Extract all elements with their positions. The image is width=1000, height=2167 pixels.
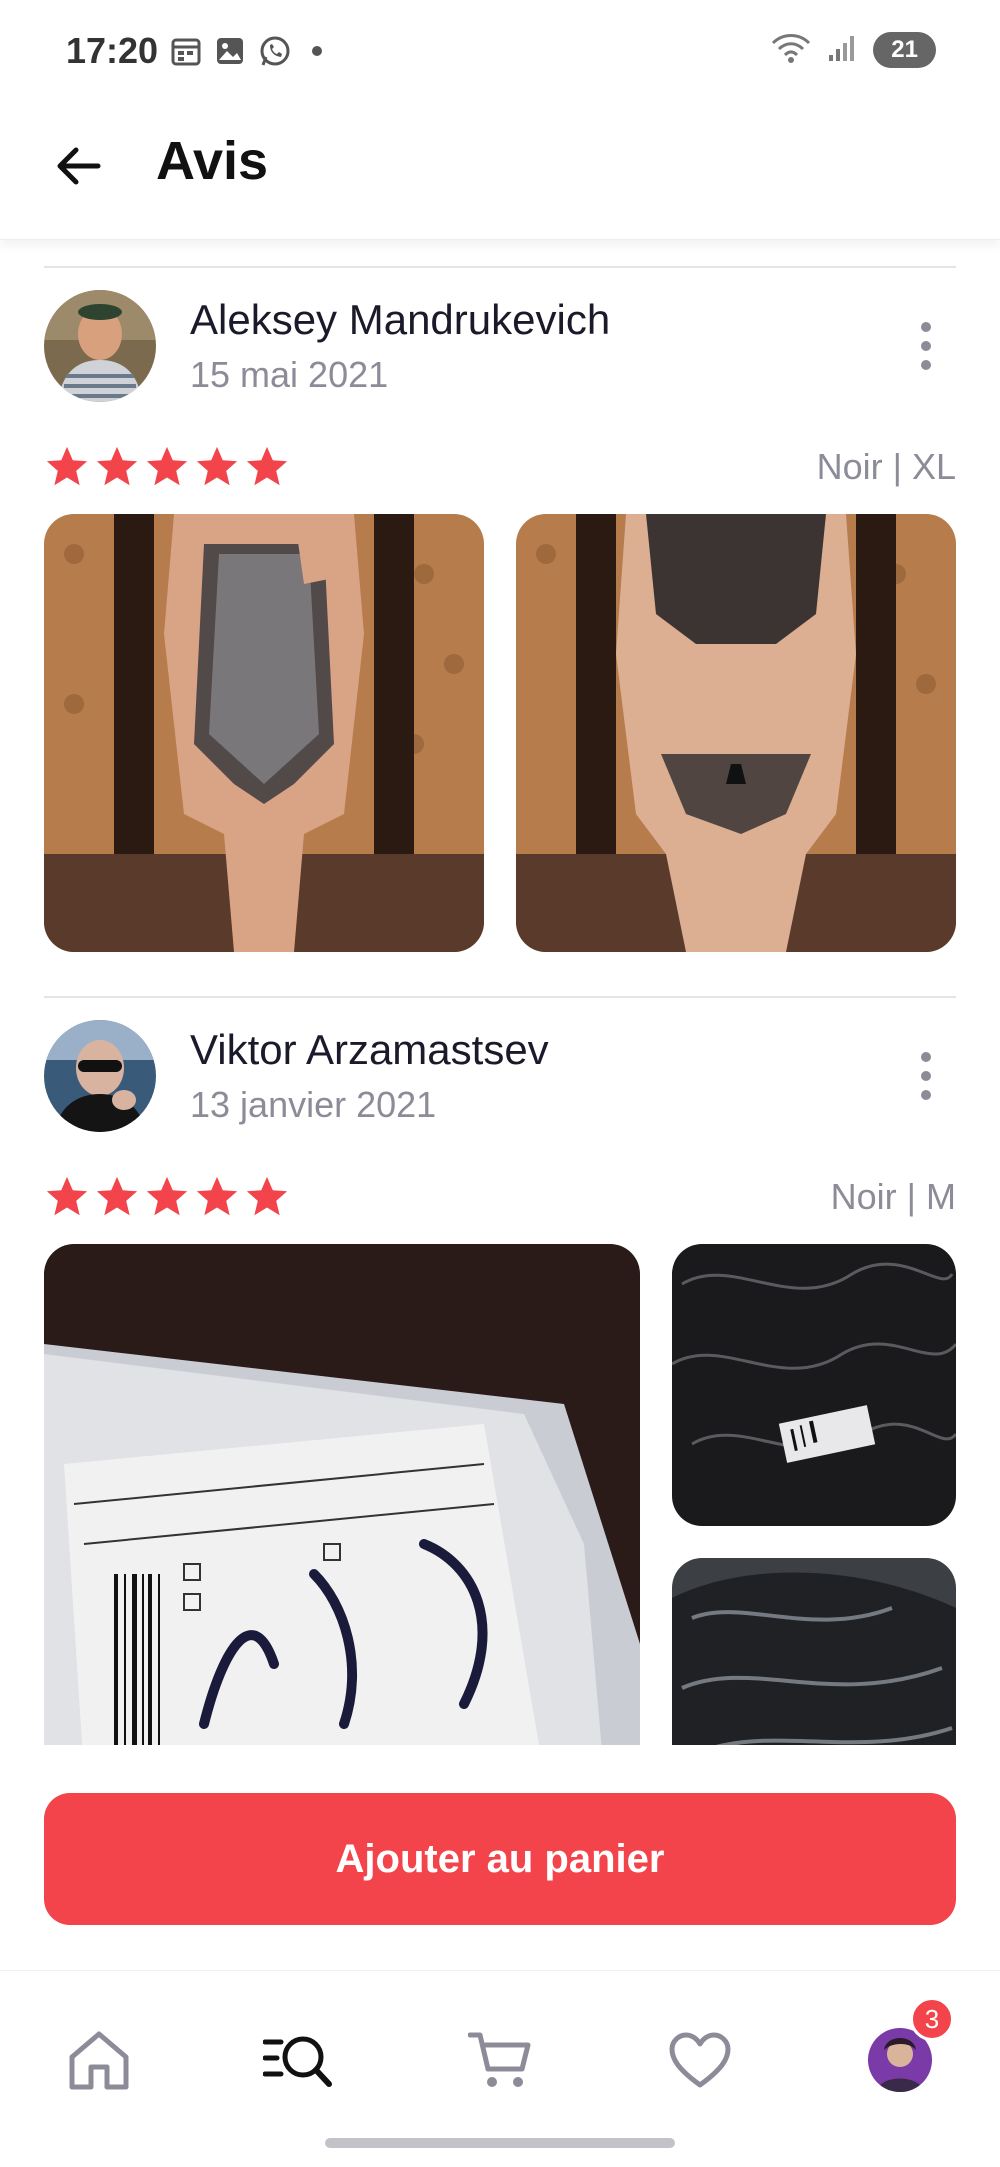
wifi-icon — [771, 33, 811, 68]
dot — [921, 1090, 931, 1100]
app-header: Avis — [0, 100, 1000, 240]
nav-search[interactable] — [254, 2015, 344, 2105]
cart-area: Ajouter au panier — [0, 1745, 1000, 1970]
nav-cart[interactable] — [455, 2015, 545, 2105]
rating-stars — [44, 444, 290, 490]
reviewer-avatar[interactable] — [44, 1020, 156, 1132]
arrow-left-icon — [57, 147, 101, 185]
nav-favorites[interactable] — [655, 2015, 745, 2105]
home-indicator[interactable] — [325, 2138, 675, 2148]
review-divider — [44, 996, 956, 998]
star-icon — [246, 446, 288, 486]
review-photo[interactable] — [44, 514, 484, 952]
dot — [921, 341, 931, 351]
status-notification-icons — [170, 34, 322, 68]
signal-icon — [827, 33, 857, 68]
star-icon — [146, 446, 188, 486]
star-icon — [46, 446, 88, 486]
gallery-icon — [214, 35, 246, 67]
review-date: 15 mai 2021 — [190, 354, 389, 395]
star-icon — [96, 446, 138, 486]
reviewer-name: Aleksey Mandrukevich — [190, 296, 611, 343]
review-photo[interactable] — [672, 1244, 956, 1526]
calendar-icon — [170, 35, 202, 67]
star-icon — [246, 1176, 288, 1216]
review-photo[interactable] — [672, 1558, 956, 1774]
whatsapp-icon — [258, 34, 292, 68]
home-icon — [69, 2031, 129, 2090]
search-list-icon — [263, 2036, 332, 2087]
reviewer-avatar[interactable] — [44, 290, 156, 402]
dot — [921, 360, 931, 370]
star-icon — [96, 1176, 138, 1216]
dot — [921, 322, 931, 332]
star-icon — [146, 1176, 188, 1216]
heart-icon — [669, 2032, 731, 2088]
review-photo[interactable] — [516, 514, 956, 952]
cart-icon — [468, 2032, 531, 2087]
review-divider — [44, 266, 956, 268]
nav-home[interactable] — [54, 2015, 144, 2105]
star-icon — [196, 446, 238, 486]
back-button[interactable] — [46, 134, 110, 198]
review-date: 13 janvier 2021 — [190, 1084, 437, 1125]
review-photo[interactable] — [44, 1244, 640, 1774]
star-icon — [196, 1176, 238, 1216]
reviewer-name: Viktor Arzamastsev — [190, 1026, 549, 1073]
more-options-button[interactable] — [906, 1046, 946, 1106]
notification-dot — [312, 46, 322, 56]
more-options-button[interactable] — [906, 316, 946, 376]
battery-icon: 21 — [873, 32, 936, 68]
product-variant: Noir | M — [830, 1176, 956, 1217]
dot — [921, 1052, 931, 1062]
profile-notification-badge: 3 — [910, 1997, 954, 2041]
product-variant: Noir | XL — [816, 446, 956, 487]
add-to-cart-button[interactable]: Ajouter au panier — [44, 1793, 956, 1925]
status-system-icons: 21 — [771, 32, 936, 68]
status-time: 17:20 — [66, 30, 159, 71]
page-title: Avis — [156, 131, 269, 191]
status-bar: 17:20 21 — [0, 0, 1000, 100]
rating-stars — [44, 1174, 290, 1220]
dot — [921, 1071, 931, 1081]
star-icon — [46, 1176, 88, 1216]
